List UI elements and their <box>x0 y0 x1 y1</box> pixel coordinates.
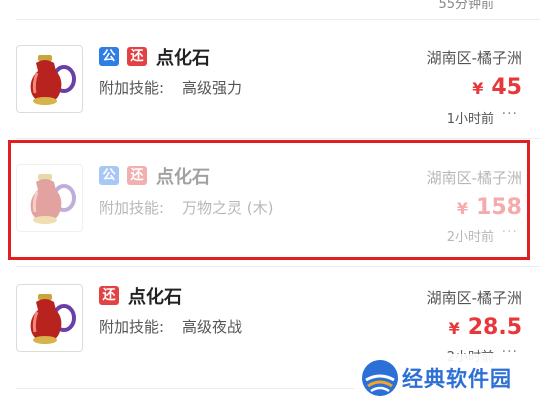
item-thumbnail <box>16 45 83 113</box>
watermark-text: 经典软件园 <box>402 367 512 391</box>
listing-item[interactable]: 公 还 点化石 附加技能: 高级强力 湖南区-橘子洲 ¥45 1小时前 ··· <box>0 20 540 132</box>
price: ¥28.5 <box>449 315 522 340</box>
skill-label: 附加技能: <box>99 79 165 97</box>
listing-time: 1小时前 <box>446 112 494 127</box>
watermark-logo-icon <box>362 360 398 396</box>
bargain-badge: 还 <box>99 286 119 305</box>
server-name: 湖南区-橘子洲 <box>426 49 522 67</box>
server-name: 湖南区-橘子洲 <box>426 289 522 307</box>
skill-value: 高级夜战 <box>182 318 243 336</box>
vase-item-icon <box>30 55 76 105</box>
previous-item-time: 55分钟前 <box>438 0 494 12</box>
item-thumbnail <box>16 284 83 352</box>
watermark: 经典软件园 <box>354 354 540 402</box>
currency-symbol: ¥ <box>448 319 460 338</box>
price-value: 28.5 <box>467 315 522 340</box>
highlight-frame <box>8 140 530 260</box>
item-name: 点化石 <box>156 48 210 69</box>
divider <box>16 138 540 139</box>
bargain-badge: 还 <box>127 47 147 66</box>
skill-label: 附加技能: <box>99 318 165 336</box>
currency-symbol: ¥ <box>472 79 484 98</box>
more-icon[interactable]: ··· <box>502 106 518 122</box>
price: ¥45 <box>472 75 522 100</box>
vase-item-icon <box>30 294 76 344</box>
item-name: 点化石 <box>128 287 182 308</box>
skill-value: 高级强力 <box>182 79 243 97</box>
price-value: 45 <box>491 75 522 100</box>
public-badge: 公 <box>99 47 119 66</box>
